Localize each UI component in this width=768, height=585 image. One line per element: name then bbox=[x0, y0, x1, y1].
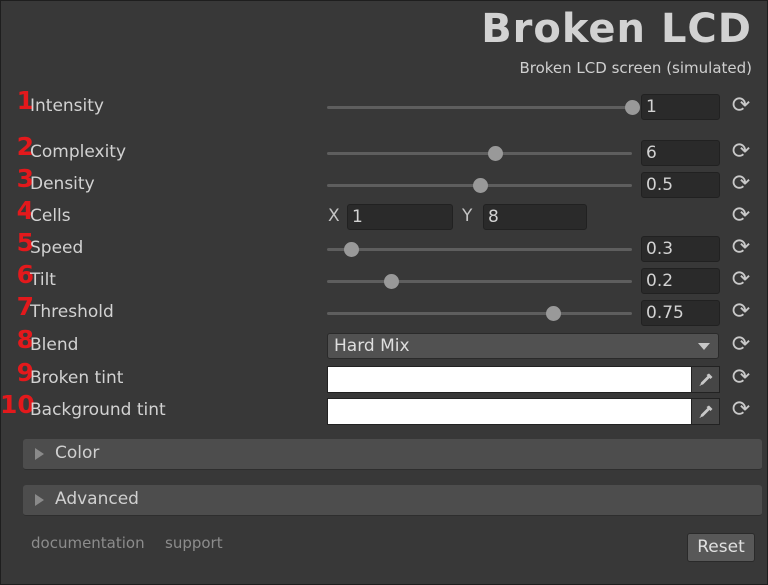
cells-x-field[interactable]: 1 bbox=[347, 204, 453, 230]
background-tint-swatch[interactable] bbox=[327, 398, 692, 425]
slider-track bbox=[327, 312, 632, 315]
property-number: 2 bbox=[16, 132, 34, 161]
blend-selected-value: Hard Mix bbox=[334, 336, 410, 356]
threshold-field[interactable]: 0.75 bbox=[641, 300, 720, 326]
property-number: 6 bbox=[16, 260, 34, 289]
property-speed: 5 Speed 0.3 ⟳ bbox=[0, 228, 768, 264]
slider-track bbox=[327, 152, 632, 155]
tilt-slider[interactable] bbox=[327, 268, 632, 296]
intensity-slider[interactable] bbox=[327, 94, 640, 122]
property-label: Tilt bbox=[30, 270, 56, 290]
property-threshold: 7 Threshold 0.75 ⟳ bbox=[0, 292, 768, 328]
property-label: Threshold bbox=[30, 302, 114, 322]
section-color[interactable]: Color bbox=[23, 439, 762, 470]
speed-slider[interactable] bbox=[327, 236, 632, 264]
slider-thumb[interactable] bbox=[384, 274, 400, 289]
property-number: 9 bbox=[16, 358, 34, 387]
refresh-icon[interactable]: ⟳ bbox=[731, 334, 751, 356]
property-label: Intensity bbox=[30, 96, 104, 116]
refresh-icon[interactable]: ⟳ bbox=[731, 173, 751, 195]
slider-thumb[interactable] bbox=[472, 178, 488, 193]
property-complexity: 2 Complexity 6 ⟳ bbox=[0, 132, 768, 168]
refresh-icon[interactable]: ⟳ bbox=[731, 205, 751, 227]
chevron-down-icon bbox=[698, 343, 710, 350]
slider-track bbox=[327, 280, 632, 283]
refresh-icon[interactable]: ⟳ bbox=[731, 301, 751, 323]
property-cells: 4 Cells X 1 Y 8 ⟳ bbox=[0, 196, 768, 232]
cells-y-field[interactable]: 8 bbox=[483, 204, 587, 230]
property-number: 7 bbox=[16, 292, 34, 321]
triangle-right-icon bbox=[35, 494, 44, 506]
threshold-slider[interactable] bbox=[327, 300, 632, 328]
property-label: Speed bbox=[30, 238, 84, 258]
property-number: 5 bbox=[16, 228, 34, 257]
refresh-icon[interactable]: ⟳ bbox=[731, 141, 751, 163]
speed-field[interactable]: 0.3 bbox=[641, 236, 720, 262]
section-title: Color bbox=[55, 443, 100, 463]
slider-thumb[interactable] bbox=[344, 242, 360, 257]
property-density: 3 Density 0.5 ⟳ bbox=[0, 164, 768, 200]
slider-thumb[interactable] bbox=[545, 306, 561, 321]
documentation-link[interactable]: documentation bbox=[31, 534, 145, 552]
y-label: Y bbox=[462, 206, 473, 226]
complexity-field[interactable]: 6 bbox=[641, 140, 720, 166]
refresh-icon[interactable]: ⟳ bbox=[731, 367, 751, 389]
refresh-icon[interactable]: ⟳ bbox=[731, 95, 751, 117]
slider-thumb[interactable] bbox=[487, 146, 503, 161]
property-background-tint: 10 Background tint ⟳ bbox=[0, 390, 768, 426]
property-number: 10 bbox=[0, 390, 35, 419]
refresh-icon[interactable]: ⟳ bbox=[731, 399, 751, 421]
property-label: Density bbox=[30, 174, 95, 194]
property-label: Broken tint bbox=[30, 368, 124, 388]
slider-thumb[interactable] bbox=[625, 100, 640, 115]
triangle-right-icon bbox=[35, 448, 44, 460]
slider-track bbox=[327, 106, 632, 109]
page-subtitle: Broken LCD screen (simulated) bbox=[519, 59, 752, 77]
property-number: 4 bbox=[16, 196, 34, 225]
property-number: 1 bbox=[16, 86, 34, 115]
property-intensity: 1 Intensity 1 ⟳ bbox=[0, 86, 768, 122]
x-label: X bbox=[328, 206, 340, 226]
eyedropper-icon[interactable] bbox=[692, 398, 720, 425]
refresh-icon[interactable]: ⟳ bbox=[731, 269, 751, 291]
section-title: Advanced bbox=[55, 489, 139, 509]
slider-track bbox=[327, 248, 632, 251]
refresh-icon[interactable]: ⟳ bbox=[731, 237, 751, 259]
support-link[interactable]: support bbox=[165, 534, 223, 552]
property-label: Cells bbox=[30, 206, 71, 226]
section-advanced[interactable]: Advanced bbox=[23, 485, 762, 516]
property-number: 3 bbox=[16, 164, 34, 193]
density-field[interactable]: 0.5 bbox=[641, 172, 720, 198]
page-title: Broken LCD bbox=[481, 6, 752, 52]
tilt-field[interactable]: 0.2 bbox=[641, 268, 720, 294]
property-blend: 8 Blend Hard Mix ⟳ bbox=[0, 325, 768, 361]
eyedropper-icon[interactable] bbox=[692, 366, 720, 393]
density-slider[interactable] bbox=[327, 172, 632, 200]
broken-tint-swatch[interactable] bbox=[327, 366, 692, 393]
blend-dropdown[interactable]: Hard Mix bbox=[327, 333, 719, 359]
property-tilt: 6 Tilt 0.2 ⟳ bbox=[0, 260, 768, 296]
property-label: Blend bbox=[30, 335, 79, 355]
property-number: 8 bbox=[16, 325, 34, 354]
property-label: Background tint bbox=[30, 400, 166, 420]
property-label: Complexity bbox=[30, 142, 127, 162]
reset-button[interactable]: Reset bbox=[687, 533, 755, 562]
intensity-field[interactable]: 1 bbox=[641, 94, 720, 120]
complexity-slider[interactable] bbox=[327, 140, 632, 168]
property-broken-tint: 9 Broken tint ⟳ bbox=[0, 358, 768, 394]
